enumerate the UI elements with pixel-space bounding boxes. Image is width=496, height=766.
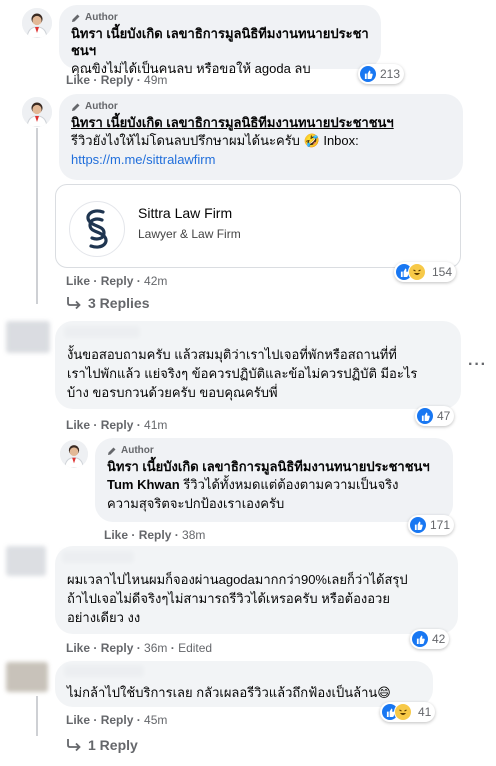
reaction-count: 154	[432, 265, 453, 279]
pencil-icon	[108, 447, 116, 455]
timestamp[interactable]: 41m	[144, 418, 167, 432]
view-replies-button[interactable]: 3 Replies	[66, 295, 149, 311]
like-button[interactable]: Like	[66, 73, 90, 87]
card-subtitle: Lawyer & Law Firm	[138, 227, 241, 241]
reply-button[interactable]: Reply	[101, 713, 134, 727]
reply-button[interactable]: Reply	[101, 641, 134, 655]
like-icon	[412, 631, 428, 647]
comment-actions: Like · Reply · 41m	[66, 418, 168, 432]
like-button[interactable]: Like	[104, 528, 128, 542]
haha-icon	[394, 703, 412, 721]
avatar[interactable]	[60, 440, 88, 468]
timestamp[interactable]: 42m	[144, 274, 167, 288]
timestamp[interactable]: 49m	[144, 73, 167, 87]
comment-actions: Like · Reply · 49m	[66, 73, 168, 87]
timestamp[interactable]: 45m	[144, 713, 167, 727]
comment-bubble: Author นิทรา เนี้ยบังเกิด เลขาธิการมูลนิ…	[95, 438, 453, 522]
view-replies-button[interactable]: 1 Reply	[66, 737, 138, 753]
like-button[interactable]: Like	[66, 274, 90, 288]
avatar[interactable]	[22, 8, 52, 38]
more-dots-icon[interactable]: ···	[468, 356, 487, 374]
comment-bubble: งั้นขอสอบถามครับ แล้วสมมุติว่าเราไปเจอที…	[55, 321, 461, 409]
like-icon	[417, 408, 433, 424]
reaction-summary[interactable]: 41	[380, 702, 436, 722]
timestamp[interactable]: 36m	[144, 641, 167, 655]
comment-bubble: Author นิทรา เนี้ยบังเกิด เลขาธิการมูลนิ…	[59, 5, 381, 76]
reaction-summary[interactable]: 213	[358, 64, 405, 84]
author-badge: Author	[107, 445, 441, 456]
author-badge: Author	[71, 101, 451, 112]
comment-actions: Like · Reply · 36m · Edited	[66, 641, 213, 655]
reaction-count: 42	[432, 632, 446, 646]
link-preview-card[interactable]: Sittra Law Firm Lawyer & Law Firm	[55, 184, 461, 268]
reaction-summary[interactable]: 47	[415, 406, 455, 426]
comment-text: งั้นขอสอบถามครับ แล้วสมมุติว่าเราไปเจอที…	[67, 347, 418, 400]
author-badge: Author	[71, 12, 369, 23]
commenter-name[interactable]: นิทรา เนี้ยบังเกิด เลขาธิการมูลนิธิทีมงา…	[71, 114, 451, 131]
comment-text: Tum Khwan รีวิวได้ทั้งหมดแต่ต้องตามความเ…	[107, 477, 399, 511]
comment-bubble: ไม่กล้าไปใช้บริการเลย กลัวเผลอรีวิวแล้วถ…	[55, 661, 433, 707]
thread-line	[36, 128, 38, 304]
blurred-avatar	[6, 321, 50, 353]
law-firm-logo	[69, 201, 125, 257]
avatar[interactable]	[22, 97, 52, 127]
haha-icon	[408, 263, 426, 281]
blurred-avatar	[6, 546, 46, 576]
comment-text: ไม่กล้าไปใช้บริการเลย กลัวเผลอรีวิวแล้วถ…	[67, 685, 391, 700]
thread-line	[36, 696, 38, 736]
comment-bubble: Author นิทรา เนี้ยบังเกิด เลขาธิการมูลนิ…	[59, 94, 463, 180]
reaction-summary[interactable]: 42	[410, 629, 450, 649]
reply-button[interactable]: Reply	[101, 274, 134, 288]
reply-button[interactable]: Reply	[101, 418, 134, 432]
reply-arrow-icon	[67, 297, 81, 310]
like-button[interactable]: Like	[66, 418, 90, 432]
card-title: Sittra Law Firm	[138, 205, 233, 221]
reply-button[interactable]: Reply	[101, 73, 134, 87]
reply-arrow-icon	[67, 739, 81, 752]
comment-actions: Like · Reply · 45m	[66, 713, 168, 727]
pencil-icon	[72, 14, 80, 22]
like-button[interactable]: Like	[66, 713, 90, 727]
reaction-count: 41	[418, 705, 432, 719]
commenter-name[interactable]: นิทรา เนี้ยบังเกิด เลขาธิการมูลนิธิทีมงา…	[71, 25, 369, 59]
comment-text: ผมเวลาไปไหนผมก็จองผ่านagodaมากกว่า90%เลย…	[67, 572, 408, 625]
blurred-avatar	[6, 662, 48, 692]
tagged-name[interactable]: Tum Khwan	[107, 477, 180, 492]
inbox-link[interactable]: https://m.me/sittralawfirm	[71, 150, 451, 169]
edited-label[interactable]: Edited	[178, 641, 212, 655]
commenter-name[interactable]: นิทรา เนี้ยบังเกิด เลขาธิการมูลนิธิทีมงา…	[107, 458, 441, 475]
comment-actions: Like · Reply · 38m	[104, 528, 206, 542]
reaction-count: 47	[437, 409, 451, 423]
like-icon	[410, 517, 426, 533]
reply-button[interactable]: Reply	[139, 528, 172, 542]
comment-bubble: ผมเวลาไปไหนผมก็จองผ่านagodaมากกว่า90%เลย…	[55, 546, 458, 634]
reaction-count: 171	[430, 518, 451, 532]
like-button[interactable]: Like	[66, 641, 90, 655]
comment-text: รีวิวยังไงให้ไม่โดนลบปรึกษาผมได้นะครับ 🤣…	[71, 133, 359, 148]
reaction-count: 213	[380, 67, 401, 81]
reaction-summary[interactable]: 171	[408, 515, 455, 535]
pencil-icon	[72, 103, 80, 111]
comment-actions: Like · Reply · 42m	[66, 274, 168, 288]
timestamp[interactable]: 38m	[182, 528, 205, 542]
like-icon	[360, 66, 376, 82]
reaction-summary[interactable]: 154	[394, 262, 457, 282]
